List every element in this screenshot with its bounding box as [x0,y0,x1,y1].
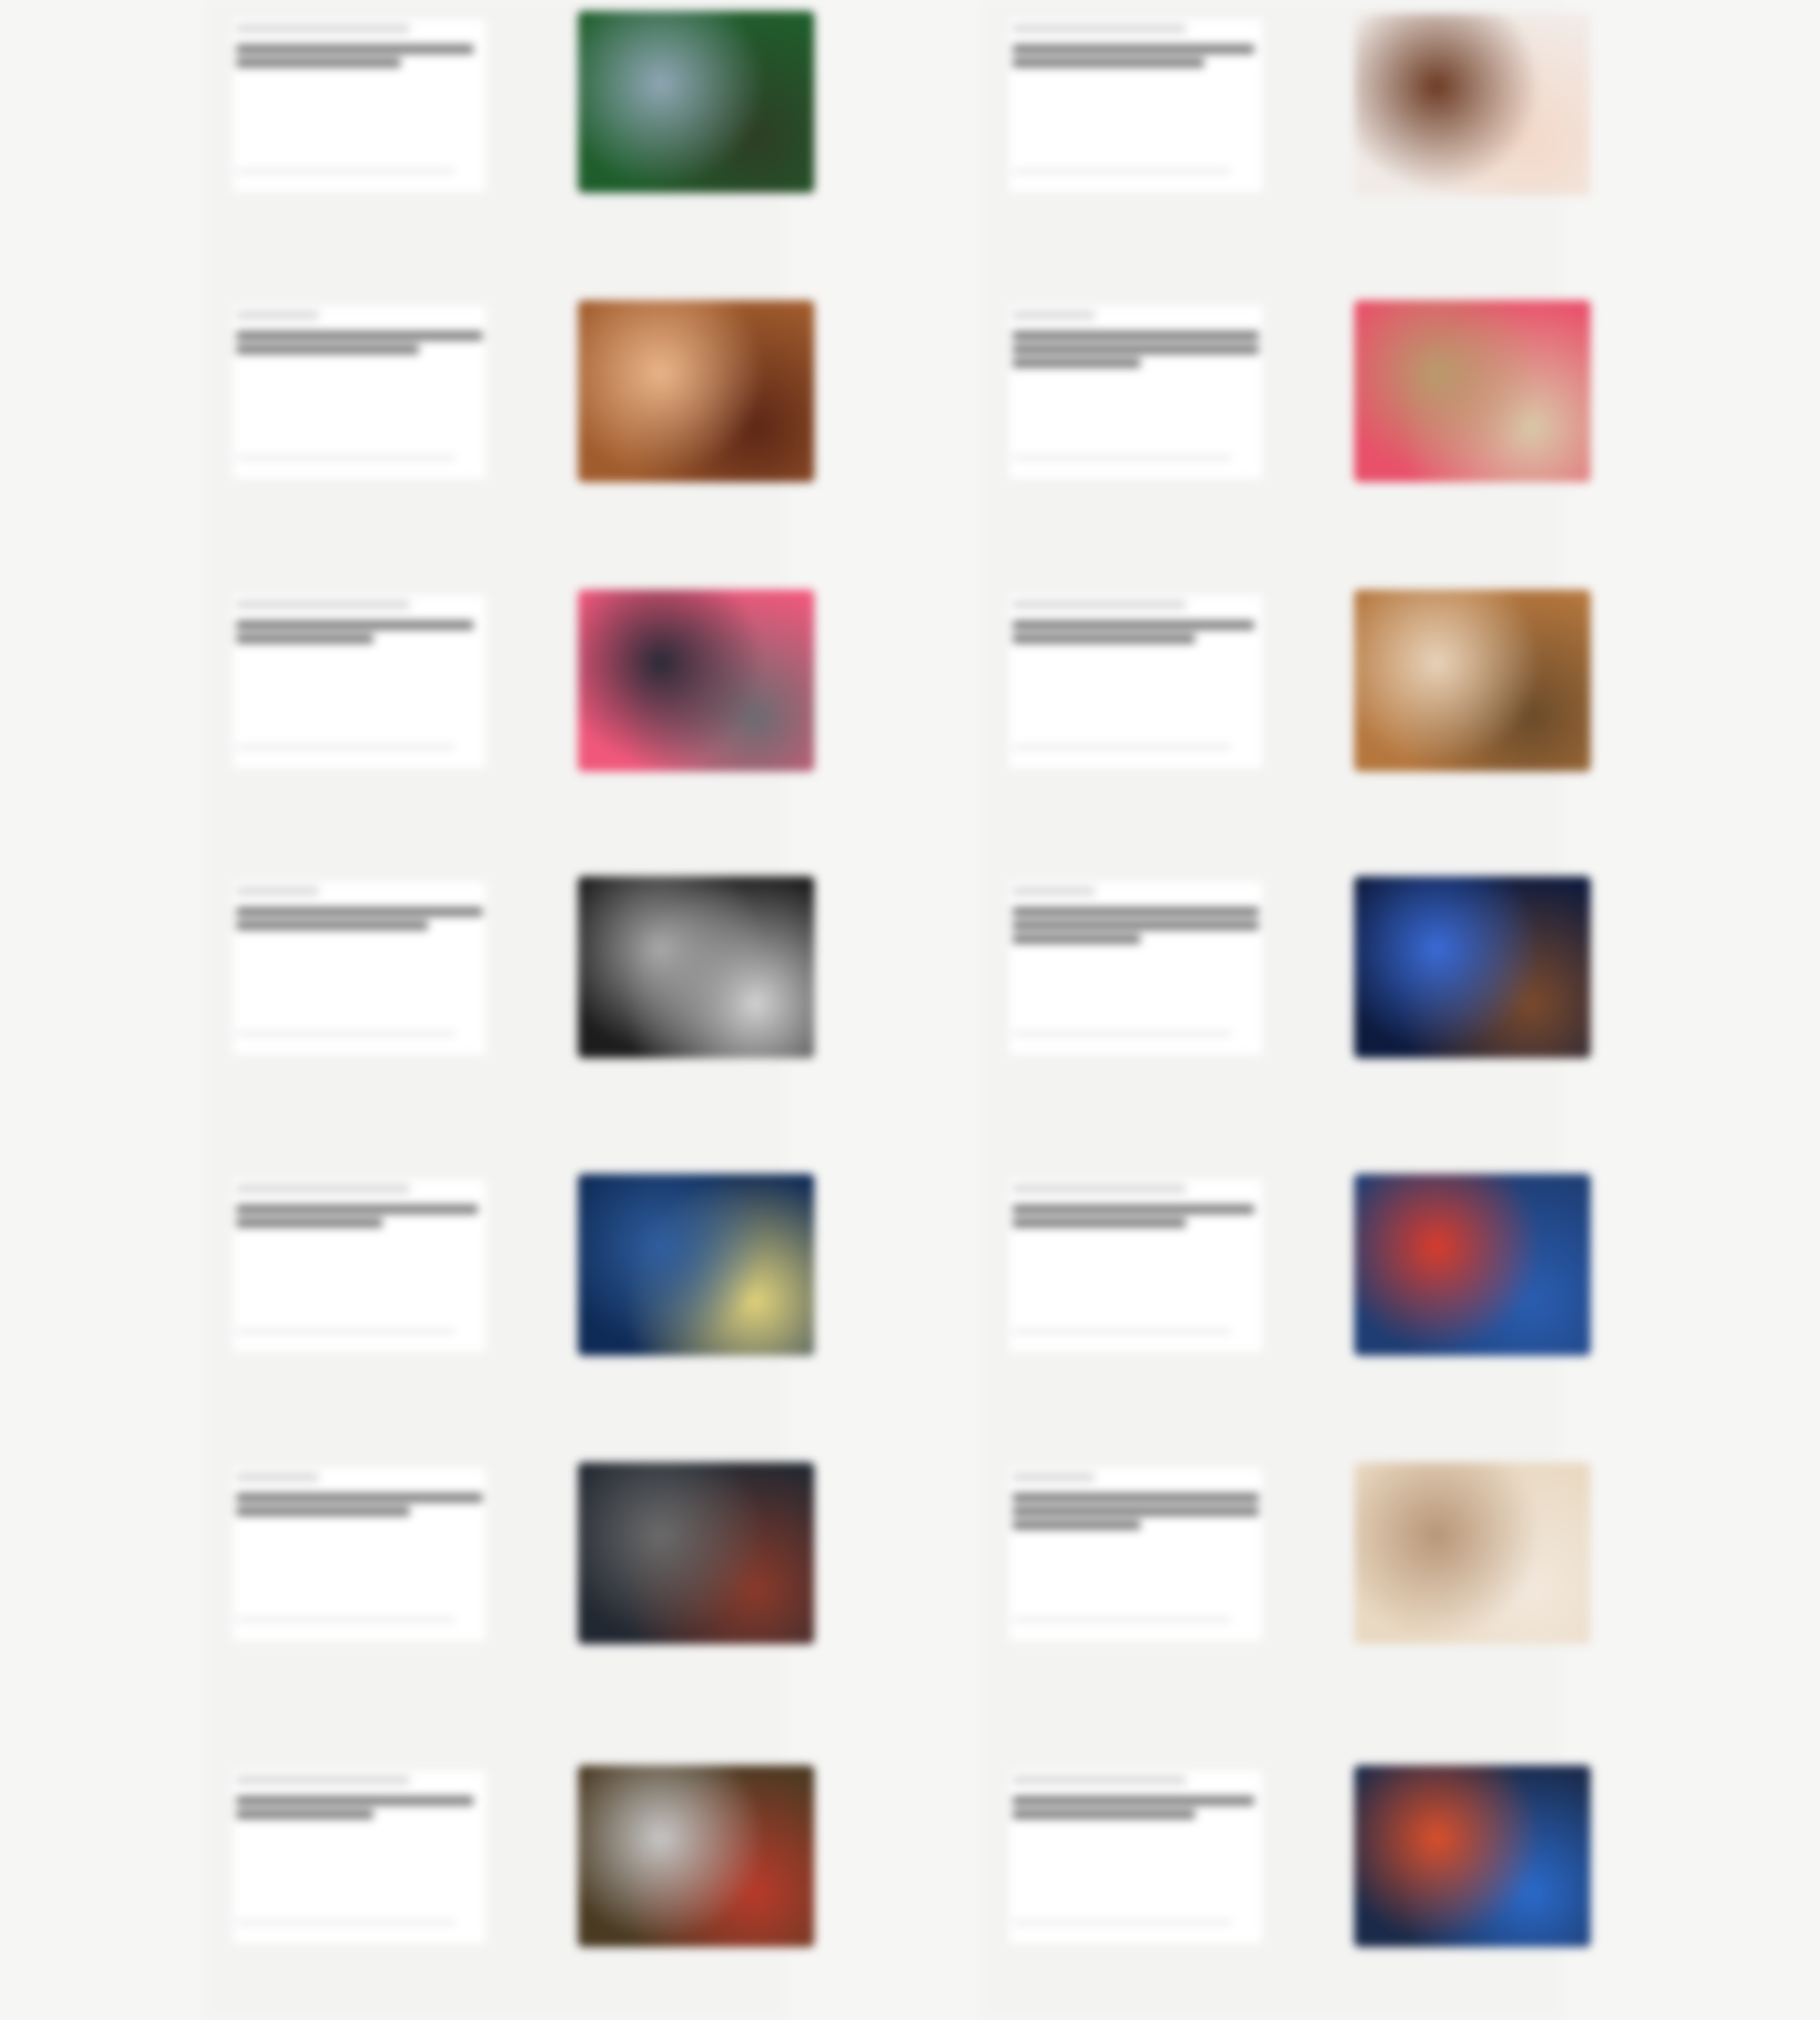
article-meta [1013,1328,1231,1334]
article-thumbnail[interactable] [1354,876,1591,1058]
article-card[interactable] [218,876,491,1058]
article-headline[interactable] [1013,1796,1259,1823]
article-thumbnail[interactable] [1354,1462,1591,1644]
article-meta [237,168,455,174]
article-thumbnail[interactable] [578,590,814,772]
article-meta [1013,744,1231,750]
article-headline[interactable] [237,1796,482,1823]
article-meta [1013,1031,1231,1036]
article-thumbnail[interactable] [1354,1174,1591,1356]
article-card[interactable] [995,876,1268,1058]
article-kicker [1013,25,1186,33]
article-card[interactable] [218,14,491,196]
article-headline[interactable] [237,1493,482,1520]
article-card[interactable] [995,590,1268,772]
article-card[interactable] [995,1174,1268,1356]
article-meta [237,744,455,750]
article-card[interactable] [995,1765,1268,1947]
article-headline[interactable] [237,45,482,72]
article-card[interactable] [218,1765,491,1947]
article-thumbnail[interactable] [578,1174,814,1356]
article-grid-page [0,0,1820,2020]
article-meta [237,1617,455,1622]
article-thumbnail[interactable] [1354,1765,1591,1947]
article-kicker [237,887,318,895]
article-card[interactable] [218,300,491,482]
article-meta [237,1031,455,1036]
article-headline[interactable] [1013,1205,1259,1232]
article-meta [237,455,455,460]
article-thumbnail[interactable] [578,876,814,1058]
article-headline[interactable] [237,621,482,648]
article-headline[interactable] [1013,1493,1259,1534]
article-meta [1013,455,1231,460]
article-kicker [237,1776,410,1784]
article-thumbnail[interactable] [578,11,814,193]
article-headline[interactable] [1013,45,1259,72]
article-kicker [237,25,410,33]
article-thumbnail[interactable] [578,1765,814,1947]
article-thumbnail[interactable] [1354,590,1591,772]
article-kicker [1013,601,1186,609]
article-meta [1013,1920,1231,1925]
article-card[interactable] [218,1174,491,1356]
article-kicker [1013,1185,1186,1193]
article-meta [1013,168,1231,174]
article-thumbnail[interactable] [1354,300,1591,482]
article-kicker [1013,887,1095,895]
article-meta [237,1920,455,1925]
article-headline[interactable] [237,331,482,359]
article-kicker [237,601,410,609]
article-card[interactable] [218,1462,491,1644]
article-kicker [1013,1776,1186,1784]
article-meta [1013,1617,1231,1622]
article-thumbnail[interactable] [578,300,814,482]
article-thumbnail[interactable] [1354,14,1591,196]
article-thumbnail[interactable] [578,1462,814,1644]
article-card[interactable] [218,590,491,772]
article-card[interactable] [995,14,1268,196]
article-headline[interactable] [237,907,482,934]
article-kicker [1013,311,1095,319]
article-kicker [237,311,318,319]
article-headline[interactable] [1013,907,1259,948]
article-card[interactable] [995,1462,1268,1644]
article-kicker [237,1185,410,1193]
article-meta [237,1328,455,1334]
article-headline[interactable] [1013,331,1259,372]
article-kicker [237,1473,318,1481]
article-headline[interactable] [1013,621,1259,648]
article-headline[interactable] [237,1205,482,1232]
article-card[interactable] [995,300,1268,482]
article-kicker [1013,1473,1095,1481]
